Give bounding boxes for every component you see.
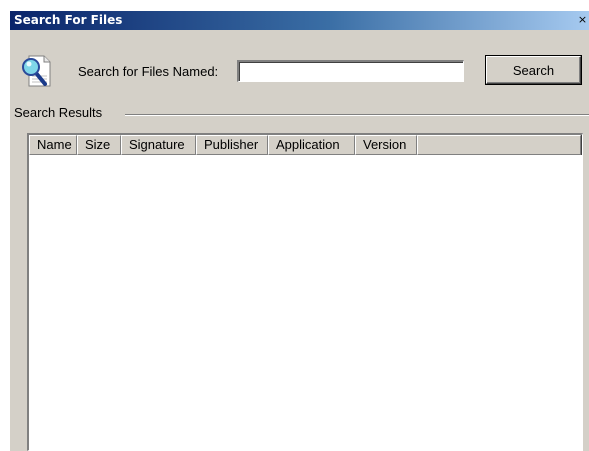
document-magnifier-icon [22,55,51,87]
column-header-application[interactable]: Application [268,135,355,155]
search-results-list[interactable]: Name Size Signature Publisher Applicatio… [27,133,583,451]
column-header-publisher[interactable]: Publisher [196,135,268,155]
column-header-size[interactable]: Size [77,135,121,155]
file-name-input[interactable] [237,60,464,82]
column-header-signature[interactable]: Signature [121,135,196,155]
title-bar[interactable]: Search For Files × [10,11,589,30]
column-header-name[interactable]: Name [29,135,77,155]
column-header-filler [417,135,581,155]
search-results-label: Search Results [14,105,103,120]
search-name-label: Search for Files Named: [78,64,219,79]
close-icon[interactable]: × [577,13,588,27]
group-divider [125,114,589,116]
search-button[interactable]: Search [486,56,581,84]
search-for-files-window: Search For Files × Search for Files Name… [10,11,589,451]
column-header-row: Name Size Signature Publisher Applicatio… [29,135,581,155]
window-title: Search For Files [14,13,123,27]
column-header-version[interactable]: Version [355,135,417,155]
